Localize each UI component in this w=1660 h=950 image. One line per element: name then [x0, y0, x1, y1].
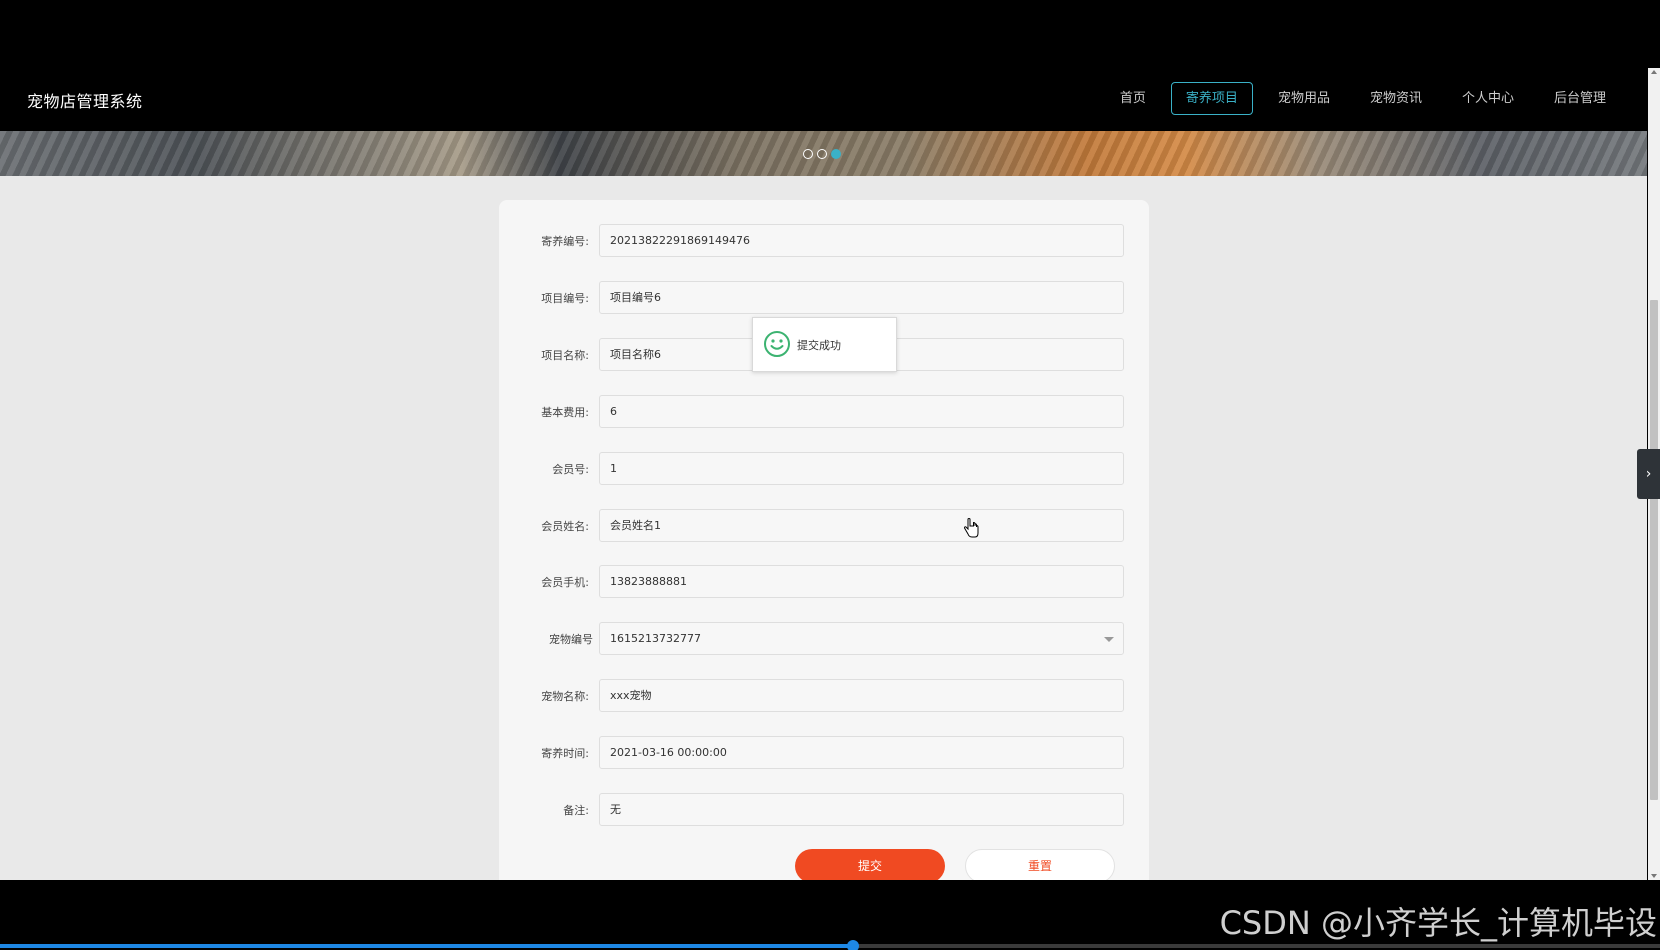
nav-item-admin[interactable]: 后台管理	[1539, 82, 1621, 115]
submit-button[interactable]: 提交	[795, 849, 945, 880]
form-row-pet-no: 宠物编号 1615213732777	[499, 622, 1149, 655]
project-no-input[interactable]: 项目编号6	[599, 281, 1124, 314]
base-fee-input[interactable]: 6	[599, 395, 1124, 428]
video-progress-knob[interactable]	[847, 940, 860, 950]
main-nav: 首页 寄养项目 宠物用品 宠物资讯 个人中心 后台管理	[1095, 82, 1621, 115]
field-label: 会员姓名:	[541, 520, 589, 533]
form-row-remark: 备注: 无	[499, 793, 1149, 826]
boarding-time-input[interactable]: 2021-03-16 00:00:00	[599, 736, 1124, 769]
chevron-down-icon	[1104, 637, 1114, 642]
member-phone-input[interactable]: 13823888881	[599, 565, 1124, 598]
field-label: 宠物名称:	[541, 690, 589, 703]
boarding-no-input[interactable]: 20213822291869149476	[599, 224, 1124, 257]
carousel-indicators	[803, 149, 841, 159]
smile-icon	[764, 331, 790, 357]
form-row-boarding-time: 寄养时间: 2021-03-16 00:00:00	[499, 736, 1149, 769]
pet-no-select[interactable]: 1615213732777	[599, 622, 1124, 655]
field-label: 项目编号:	[541, 292, 589, 305]
hand-cursor-icon	[963, 518, 979, 538]
screen: 宠物店管理系统 首页 寄养项目 宠物用品 宠物资讯 个人中心 后台管理 寄养编号…	[0, 0, 1660, 950]
field-label: 宠物编号	[549, 633, 593, 646]
pet-name-input[interactable]: xxx宠物	[599, 679, 1124, 712]
success-toast: 提交成功	[752, 317, 897, 372]
field-label: 会员手机:	[541, 576, 589, 589]
field-label: 寄养时间:	[541, 747, 589, 760]
video-progress-fill	[0, 944, 854, 948]
scroll-up-arrow-icon[interactable]	[1651, 70, 1657, 74]
member-name-input[interactable]: 会员姓名1	[599, 509, 1124, 542]
toast-message: 提交成功	[797, 339, 841, 352]
form-row-base-fee: 基本费用: 6	[499, 395, 1149, 428]
carousel-dot-3[interactable]	[831, 149, 841, 159]
top-navbar: 宠物店管理系统 首页 寄养项目 宠物用品 宠物资讯 个人中心 后台管理	[0, 68, 1647, 131]
chevron-right-icon: ›	[1645, 466, 1652, 482]
field-label: 项目名称:	[541, 349, 589, 362]
nav-item-boarding[interactable]: 寄养项目	[1170, 82, 1253, 115]
scrollbar-thumb[interactable]	[1650, 300, 1658, 800]
form-row-member-no: 会员号: 1	[499, 452, 1149, 485]
field-label: 会员号:	[552, 463, 589, 476]
form-row-project-no: 项目编号: 项目编号6	[499, 281, 1149, 314]
form-row-pet-name: 宠物名称: xxx宠物	[499, 679, 1149, 712]
scroll-down-arrow-icon[interactable]	[1651, 874, 1657, 878]
field-label: 基本费用:	[541, 406, 589, 419]
side-panel-toggle[interactable]: ›	[1637, 449, 1660, 499]
form-row-member-name: 会员姓名: 会员姓名1	[499, 509, 1149, 542]
remark-input[interactable]: 无	[599, 793, 1124, 826]
carousel-dot-2[interactable]	[817, 149, 827, 159]
carousel-dot-1[interactable]	[803, 149, 813, 159]
banner-carousel	[0, 131, 1647, 176]
form-row-member-phone: 会员手机: 13823888881	[499, 565, 1149, 598]
nav-item-profile[interactable]: 个人中心	[1447, 82, 1529, 115]
site-title: 宠物店管理系统	[27, 92, 143, 111]
boarding-form: 寄养编号: 20213822291869149476 项目编号: 项目编号6 项…	[499, 200, 1149, 880]
nav-item-news[interactable]: 宠物资讯	[1355, 82, 1437, 115]
nav-item-supplies[interactable]: 宠物用品	[1263, 82, 1345, 115]
nav-item-home[interactable]: 首页	[1105, 82, 1161, 115]
main-content: 寄养编号: 20213822291869149476 项目编号: 项目编号6 项…	[0, 176, 1647, 880]
watermark: CSDN @小齐学长_计算机毕设	[1219, 904, 1657, 942]
form-row-boarding-no: 寄养编号: 20213822291869149476	[499, 224, 1149, 257]
field-label: 寄养编号:	[541, 235, 589, 248]
video-progress-bar[interactable]	[0, 940, 1660, 950]
field-label: 备注:	[563, 804, 589, 817]
pet-no-selected-value: 1615213732777	[610, 632, 701, 645]
member-no-input[interactable]: 1	[599, 452, 1124, 485]
reset-button[interactable]: 重置	[965, 849, 1115, 880]
